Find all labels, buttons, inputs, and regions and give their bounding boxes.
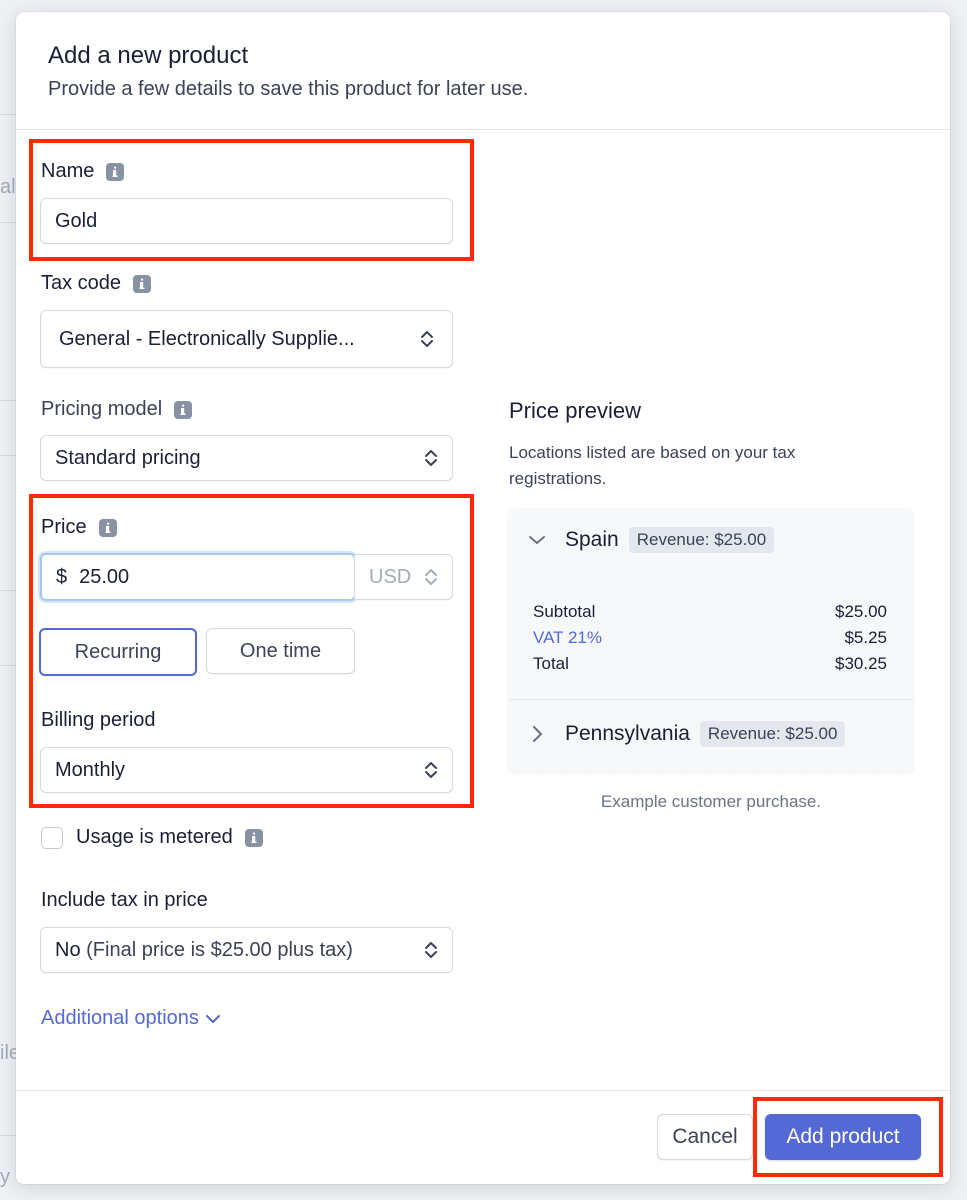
price-label-text: Price (41, 516, 87, 538)
summary-line: Total $30.25 (533, 651, 887, 677)
info-icon[interactable] (174, 400, 193, 419)
receipt-edge (509, 769, 913, 776)
include-tax-value-bold: No (55, 938, 81, 961)
background-divider (0, 114, 16, 115)
price-preview-description: Locations listed are based on your tax r… (509, 443, 796, 488)
price-amount-value: 25.00 (79, 565, 130, 588)
pricing-model-value: Standard pricing (55, 446, 201, 469)
one-time-button[interactable]: One time (206, 628, 355, 674)
price-preview-title: Price preview (509, 398, 642, 423)
billing-period-label-text: Billing period (41, 709, 156, 731)
summary-label: Total (533, 654, 569, 673)
background-divider (0, 590, 16, 591)
name-label: Name (41, 160, 125, 183)
summary-value: $25.00 (835, 602, 887, 621)
chevron-down-icon (529, 536, 545, 544)
tax-code-value: General - Electronically Supplie... (59, 327, 355, 350)
background-text: al (0, 176, 16, 198)
name-input[interactable]: Gold (40, 198, 453, 244)
info-icon[interactable] (106, 162, 125, 181)
info-icon[interactable] (98, 518, 117, 537)
chevron-updown-icon (425, 569, 437, 585)
summary-line: VAT 21% $5.25 (533, 625, 887, 651)
chevron-updown-icon (425, 762, 437, 778)
include-tax-value: No (Final price is $25.00 plus tax) (55, 939, 353, 962)
price-label: Price (41, 516, 117, 539)
summary-value: $5.25 (844, 628, 887, 647)
price-amount-input[interactable]: $ 25.00 (40, 553, 356, 601)
revenue-badge: Revenue: $25.00 (699, 721, 846, 747)
include-tax-label: Include tax in price (41, 889, 208, 912)
price-preview-card: Spain Revenue: $25.00 Subtotal $25.00 VA… (509, 509, 913, 771)
info-icon[interactable] (133, 274, 152, 293)
location-row-spain[interactable]: Spain Revenue: $25.00 (527, 527, 775, 553)
billing-period-label: Billing period (41, 709, 156, 732)
tax-code-select[interactable]: General - Electronically Supplie... (40, 310, 453, 368)
pricing-model-label-text: Pricing model (41, 398, 163, 420)
background-divider (0, 455, 16, 456)
chevron-right-icon (533, 726, 542, 742)
revenue-badge: Revenue: $25.00 (628, 527, 775, 553)
billing-period-value: Monthly (55, 758, 126, 781)
summary-label: Subtotal (533, 602, 596, 621)
vat-link[interactable]: VAT 21% (533, 625, 602, 651)
location-row-pennsylvania[interactable]: Pennsylvania Revenue: $25.00 (527, 721, 846, 747)
cancel-button[interactable]: Cancel (657, 1114, 753, 1160)
background-text: y (0, 1166, 10, 1188)
currency-select[interactable]: USD (354, 554, 453, 600)
chevron-down-icon (205, 1014, 220, 1023)
card-divider (509, 699, 913, 700)
usage-metered-label: Usage is metered (76, 826, 263, 849)
name-label-text: Name (41, 160, 95, 182)
additional-options-text: Additional options (41, 1007, 199, 1029)
background-divider (0, 1135, 16, 1136)
background-divider (0, 665, 16, 666)
pricing-model-select[interactable]: Standard pricing (40, 435, 453, 481)
summary-line: Subtotal $25.00 (533, 599, 887, 625)
chevron-updown-icon (425, 942, 437, 958)
pricing-model-label: Pricing model (41, 398, 193, 421)
usage-metered-label-text: Usage is metered (76, 826, 233, 848)
chevron-updown-icon (421, 331, 433, 347)
add-product-modal: Add a new product Provide a few details … (16, 12, 950, 1184)
usage-metered-checkbox[interactable] (41, 827, 63, 849)
add-product-button[interactable]: Add product (765, 1114, 921, 1160)
modal-title: Add a new product (48, 42, 249, 69)
currency-value: USD (369, 565, 412, 588)
background-divider (0, 222, 16, 223)
tax-code-label-text: Tax code (41, 272, 122, 294)
summary-value: $30.25 (835, 654, 887, 673)
modal-subtitle: Provide a few details to save this produ… (48, 78, 529, 100)
billing-period-select[interactable]: Monthly (40, 747, 453, 793)
location-name: Pennsylvania (565, 722, 690, 745)
include-tax-label-text: Include tax in price (41, 889, 208, 911)
spain-price-summary: Subtotal $25.00 VAT 21% $5.25 Total $30.… (533, 599, 887, 677)
chevron-updown-icon (425, 450, 437, 466)
include-tax-value-rest: (Final price is $25.00 plus tax) (80, 938, 353, 961)
currency-symbol: $ (56, 565, 68, 588)
additional-options-link[interactable]: Additional options (41, 1007, 221, 1030)
info-icon[interactable] (244, 828, 263, 847)
recurring-button[interactable]: Recurring (39, 628, 197, 676)
preview-caption: Example customer purchase. (600, 792, 822, 811)
background-divider (0, 400, 16, 401)
location-name: Spain (565, 528, 619, 551)
modal-header: Add a new product Provide a few details … (16, 12, 950, 130)
include-tax-select[interactable]: No (Final price is $25.00 plus tax) (40, 927, 453, 973)
tax-code-label: Tax code (41, 272, 152, 295)
name-input-value: Gold (55, 209, 98, 232)
